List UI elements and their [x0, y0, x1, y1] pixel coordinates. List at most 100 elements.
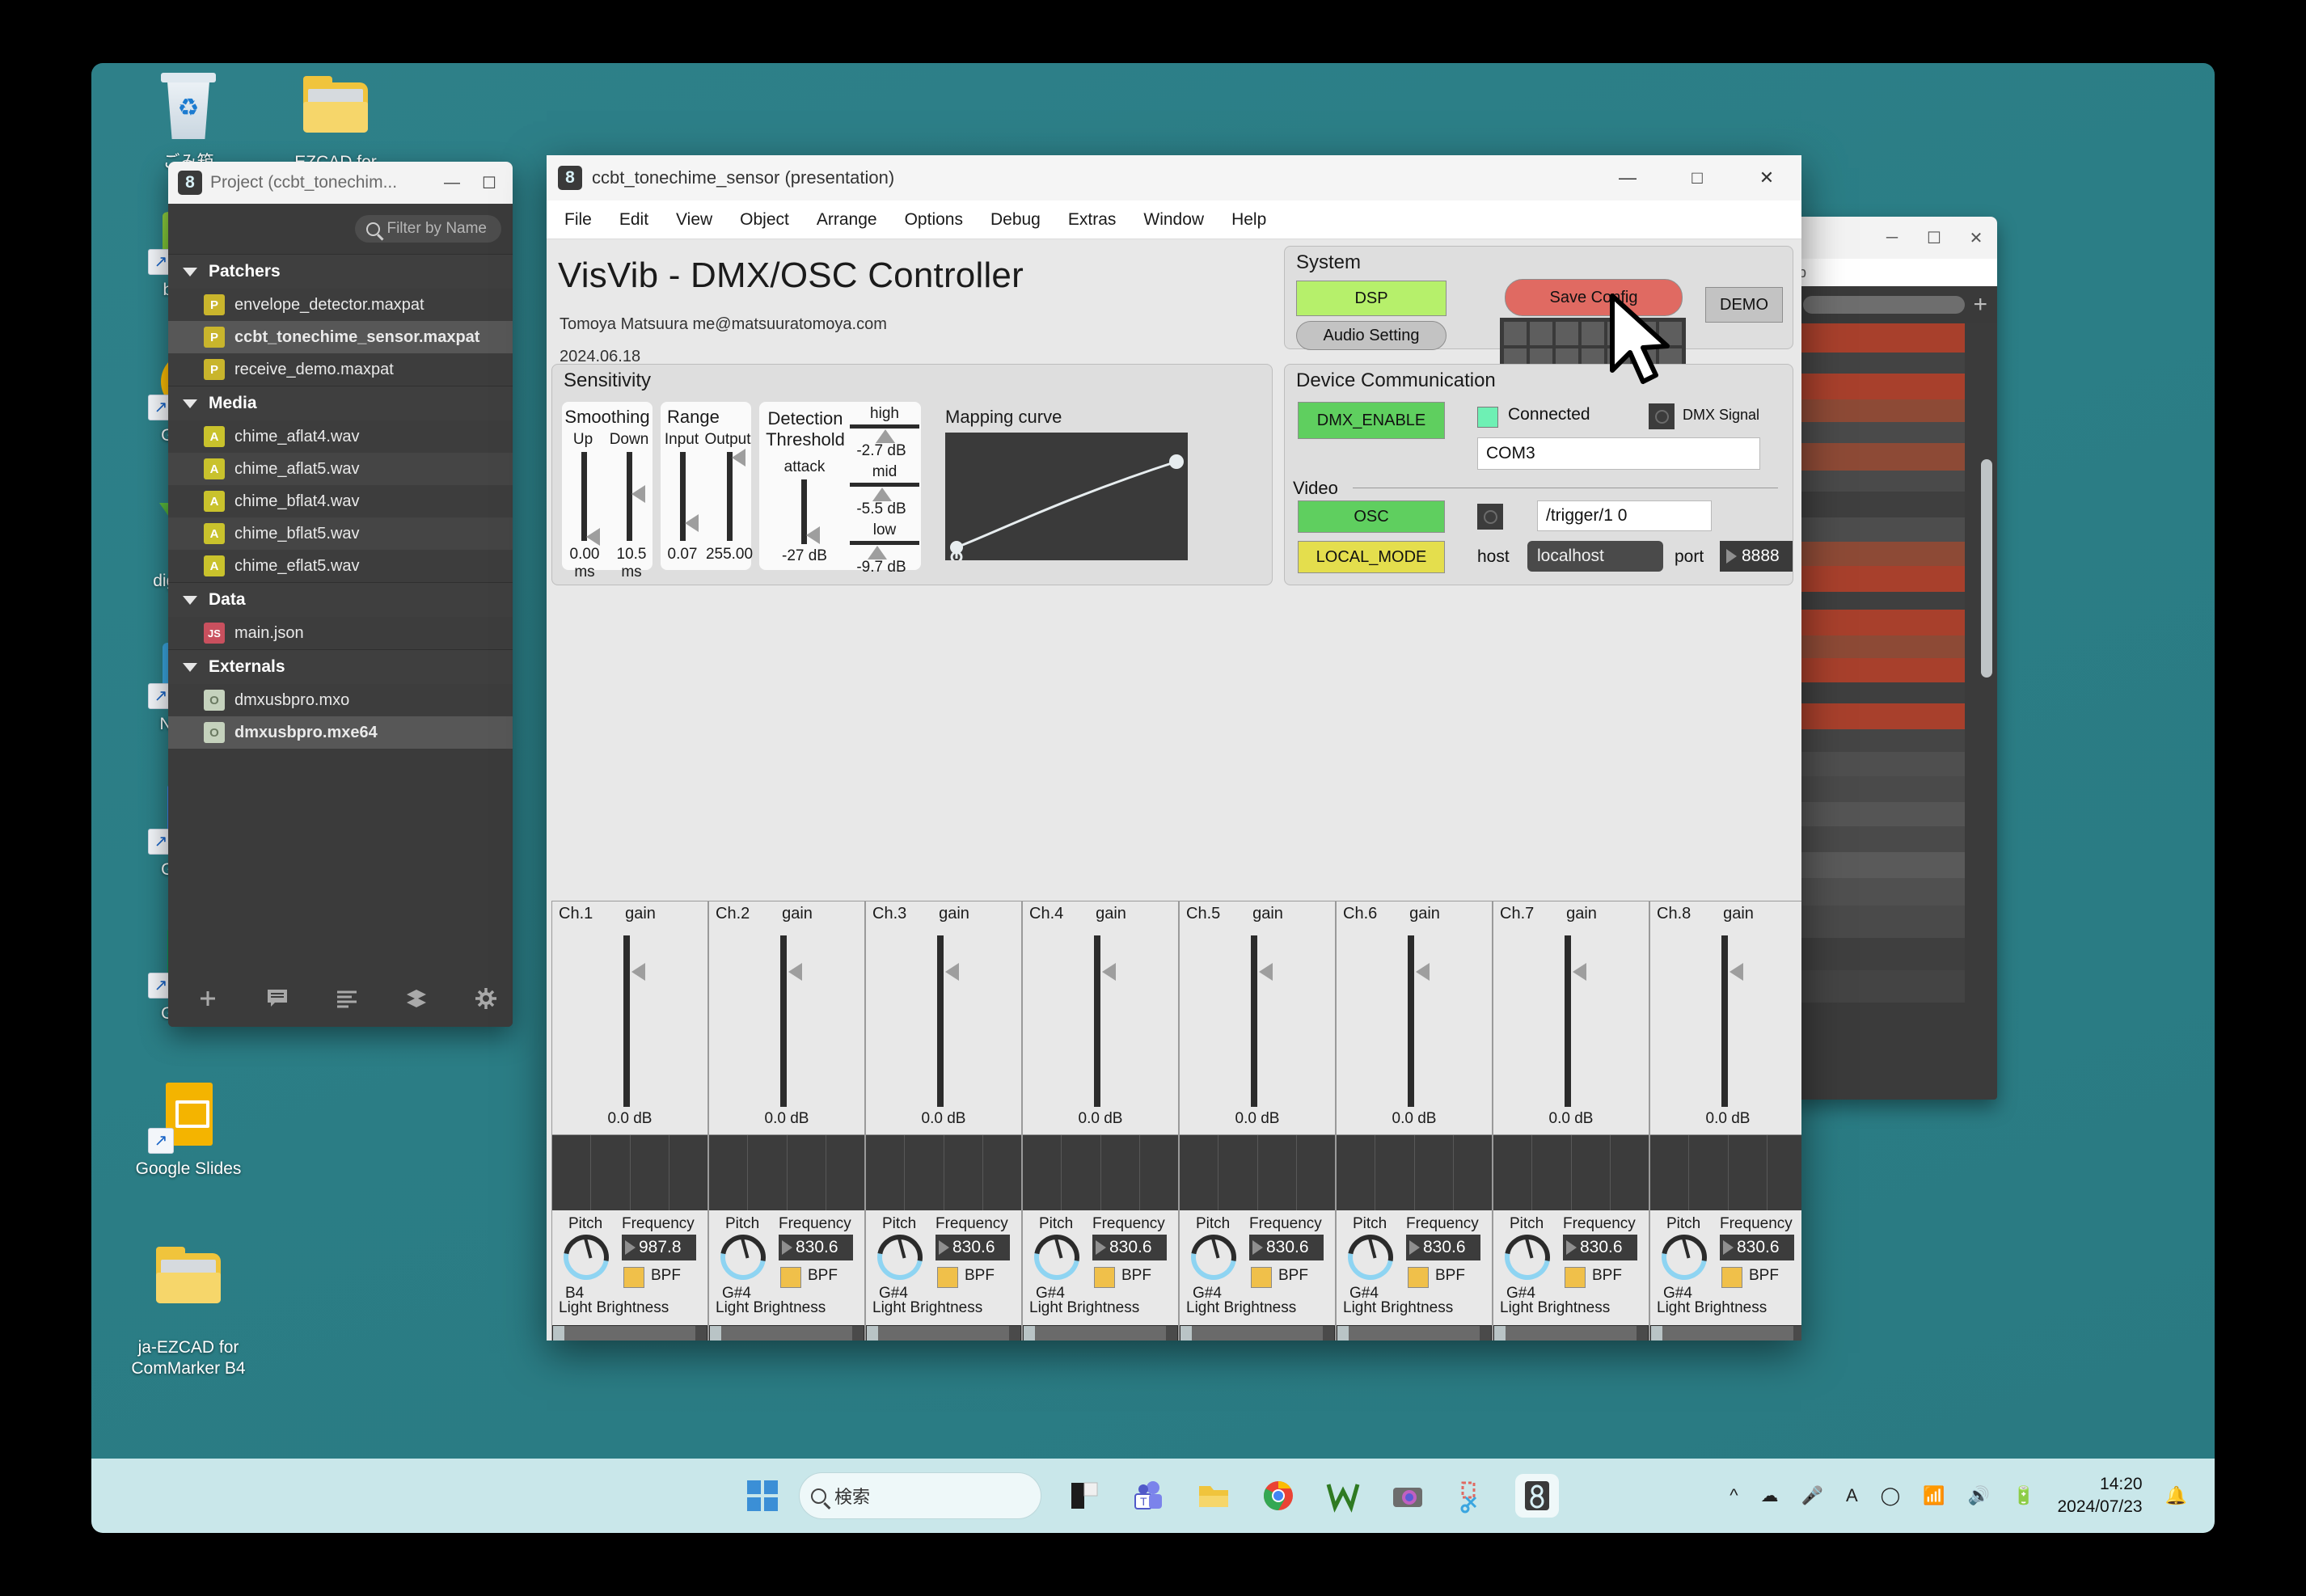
serial-port-input[interactable]: COM3: [1477, 437, 1760, 470]
max-main-window[interactable]: 8 ccbt_tonechime_sensor (presentation) —…: [547, 155, 1801, 1341]
bpf-checkbox[interactable]: [1565, 1267, 1586, 1288]
menu-item-view[interactable]: View: [676, 210, 712, 230]
frequency-field[interactable]: 830.6: [1563, 1235, 1637, 1260]
file-explorer-icon[interactable]: [1192, 1474, 1235, 1518]
chevron-down-icon[interactable]: [183, 662, 197, 672]
local-mode-button[interactable]: LOCAL_MODE: [1298, 541, 1445, 573]
layers-icon[interactable]: [404, 986, 429, 1011]
pitch-knob[interactable]: [1339, 1226, 1402, 1289]
list-item[interactable]: [1793, 906, 1965, 938]
camera-icon[interactable]: [1386, 1474, 1430, 1518]
bpf-checkbox[interactable]: [780, 1267, 801, 1288]
frequency-field[interactable]: 830.6: [1092, 1235, 1167, 1260]
range-output-handle[interactable]: [732, 449, 745, 467]
menu-item-edit[interactable]: Edit: [619, 210, 648, 230]
light-brightness-bar[interactable]: [1650, 1325, 1801, 1341]
list-item[interactable]: [1793, 729, 1965, 752]
file-item[interactable]: JS main.json: [168, 617, 513, 649]
dmx-enable-button[interactable]: DMX_ENABLE: [1298, 402, 1445, 439]
list-item[interactable]: [1793, 517, 1965, 542]
desktop-icon-ja-ezcad[interactable]: ja-EZCAD for ComMarker B4: [124, 1227, 253, 1394]
file-item[interactable]: Preceive_demo.maxpat: [168, 353, 513, 386]
list-item[interactable]: [1793, 703, 1965, 729]
menu-item-help[interactable]: Help: [1231, 210, 1266, 230]
list-item[interactable]: [1793, 878, 1965, 906]
frequency-field[interactable]: 830.6: [935, 1235, 1010, 1260]
list-item[interactable]: [1793, 374, 1965, 399]
menu-item-options[interactable]: Options: [905, 210, 963, 230]
gain-slider[interactable]: [780, 935, 787, 1107]
file-item[interactable]: Achime_bflat4.wav: [168, 485, 513, 517]
osc-button[interactable]: OSC: [1298, 500, 1445, 533]
file-group-media[interactable]: Media: [168, 386, 513, 420]
w-icon[interactable]: [1321, 1474, 1365, 1518]
smoothing-down-handle[interactable]: [631, 485, 645, 503]
range-input-handle[interactable]: [685, 514, 699, 532]
chevron-down-icon[interactable]: [183, 399, 197, 408]
maximize-button[interactable]: ☐: [471, 167, 508, 199]
gain-handle[interactable]: [788, 963, 802, 981]
list-item[interactable]: [1793, 938, 1965, 970]
chevron-down-icon[interactable]: [183, 267, 197, 277]
background-search-field[interactable]: [1803, 296, 1966, 314]
max-icon[interactable]: [1515, 1474, 1559, 1518]
bpf-checkbox[interactable]: [1721, 1267, 1742, 1288]
pitch-knob[interactable]: [1496, 1226, 1559, 1289]
list-item[interactable]: [1793, 970, 1965, 1003]
gain-handle[interactable]: [631, 963, 645, 981]
maximize-button[interactable]: □: [1662, 155, 1732, 201]
add-icon[interactable]: [196, 986, 220, 1011]
bpf-checkbox[interactable]: [1408, 1267, 1429, 1288]
gain-slider[interactable]: [1094, 935, 1100, 1107]
band-low-handle[interactable]: [868, 546, 887, 559]
light-brightness-bar[interactable]: [1023, 1325, 1178, 1341]
list-item[interactable]: [1793, 826, 1965, 852]
chevron-up-icon[interactable]: ^: [1730, 1485, 1738, 1506]
demo-button[interactable]: DEMO: [1705, 287, 1783, 323]
light-brightness-bar[interactable]: [709, 1325, 864, 1341]
light-brightness-bar[interactable]: [1493, 1325, 1649, 1341]
speaker-icon[interactable]: 🔊: [1968, 1485, 1990, 1506]
band-high-track[interactable]: [850, 424, 919, 429]
bpf-checkbox[interactable]: [1094, 1267, 1115, 1288]
windows-start-icon[interactable]: [747, 1480, 778, 1511]
light-brightness-bar[interactable]: [552, 1325, 707, 1341]
file-item[interactable]: Achime_aflat4.wav: [168, 420, 513, 453]
file-group-patchers[interactable]: Patchers: [168, 254, 513, 289]
list-item[interactable]: [1793, 610, 1965, 635]
file-item[interactable]: Penvelope_detector.maxpat: [168, 289, 513, 321]
background-window[interactable]: ─ ☐ ✕ p +: [1793, 217, 1997, 1100]
list-item[interactable]: [1793, 658, 1965, 682]
gain-handle[interactable]: [945, 963, 959, 981]
list-item[interactable]: [1793, 471, 1965, 492]
chevron-down-icon[interactable]: [183, 595, 197, 605]
close-icon[interactable]: ✕: [1955, 221, 1997, 255]
gain-handle[interactable]: [1102, 963, 1116, 981]
bpf-checkbox[interactable]: [1251, 1267, 1272, 1288]
list-icon[interactable]: [335, 986, 359, 1011]
host-input[interactable]: localhost: [1527, 541, 1663, 572]
frequency-field[interactable]: 830.6: [779, 1235, 853, 1260]
band-high-handle[interactable]: [876, 429, 895, 443]
list-item[interactable]: [1793, 443, 1965, 471]
list-item[interactable]: [1793, 776, 1965, 802]
gain-handle[interactable]: [1416, 963, 1430, 981]
list-item[interactable]: [1793, 852, 1965, 878]
menu-item-extras[interactable]: Extras: [1068, 210, 1117, 230]
add-icon[interactable]: +: [1973, 293, 1987, 317]
smoothing-up-handle[interactable]: [586, 528, 600, 546]
minimize-icon[interactable]: ─: [1871, 221, 1913, 255]
snip-icon[interactable]: [1451, 1474, 1494, 1518]
light-brightness-bar[interactable]: [1180, 1325, 1335, 1341]
port-number-field[interactable]: 8888: [1720, 541, 1793, 572]
osc-message-input[interactable]: /trigger/1 0: [1537, 500, 1712, 531]
list-item[interactable]: [1793, 635, 1965, 658]
chrome-icon[interactable]: [1256, 1474, 1300, 1518]
save-config-button[interactable]: Save Config: [1505, 279, 1683, 316]
comment-icon[interactable]: [265, 986, 289, 1011]
desktop-icon-recycle-bin[interactable]: ♻ ごみ箱: [124, 71, 253, 173]
gear-icon[interactable]: [474, 986, 498, 1011]
menu-item-window[interactable]: Window: [1143, 210, 1204, 230]
project-window[interactable]: 8 Project (ccbt_tonechim... — ☐ Filter b…: [168, 162, 513, 1027]
attack-handle[interactable]: [806, 526, 820, 544]
